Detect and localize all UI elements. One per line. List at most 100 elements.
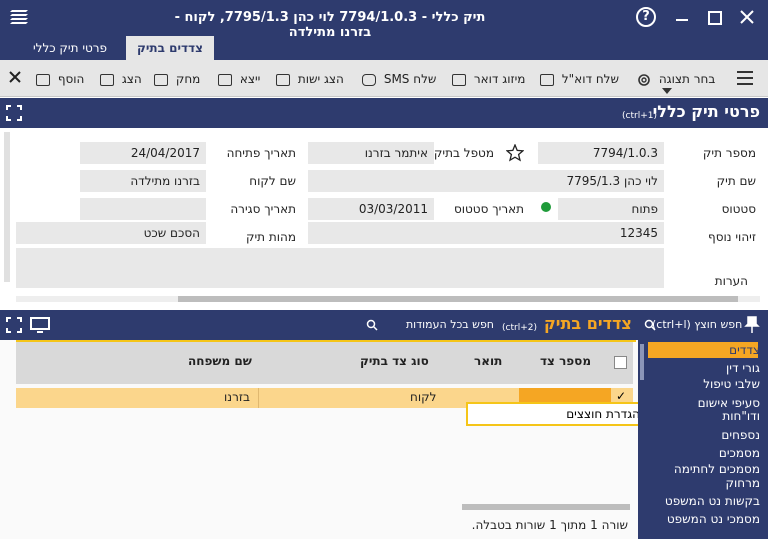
star-icon[interactable] <box>506 144 524 162</box>
status-label: סטטוס <box>721 202 756 216</box>
minimize-icon <box>676 19 688 21</box>
sidebar-item-remote[interactable]: מרחוק <box>725 476 760 491</box>
extra-id-field[interactable]: 12345 <box>308 222 664 244</box>
magnifier-doc-icon <box>100 73 114 86</box>
sidebar-item-reports[interactable]: ודו"חות <box>722 409 760 424</box>
parties-search-placeholder: חפש בכל העמודות <box>405 318 494 331</box>
sidebar-item-documents[interactable]: מסמכים <box>719 446 760 461</box>
col-last-name[interactable]: שם משפחה <box>188 354 252 368</box>
send-sms-label: שלח SMS <box>383 72 437 86</box>
row-last-name: בזרנו <box>224 390 250 404</box>
file-essence-label: מהות תיק <box>245 230 296 244</box>
add-label: הוסף <box>57 72 85 86</box>
export-icon <box>218 73 232 86</box>
tabs-sidebar: צדדים גורי דין שלבי טיפול סעיפי אישום וד… <box>638 340 768 539</box>
details-title: פרטי תיק כללי <box>652 102 760 121</box>
trash-icon <box>154 73 168 86</box>
chat-bubble-icon <box>362 73 376 86</box>
grid-footer: שורה 1 מתוך 1 שורות בטבלה. <box>471 518 628 532</box>
col-title[interactable]: תואר <box>474 354 502 368</box>
show-label: הצג <box>121 72 142 86</box>
file-essence-field[interactable]: הסכם שכט <box>16 222 206 244</box>
show-button[interactable]: הצג <box>100 70 142 88</box>
add-button[interactable]: הוסף <box>36 70 84 88</box>
pin-button[interactable] <box>744 316 760 334</box>
tabs-settings-label: הגדרת חוצצים <box>566 407 640 421</box>
show-entity-label: הצג ישות <box>297 72 344 86</box>
mail-merge-button[interactable]: מיזוג דואר <box>452 70 525 88</box>
handler-field[interactable]: איתמר בזרנו <box>308 142 434 164</box>
details-section-header: פרטי תיק כללי (ctrl+1) <box>0 98 768 128</box>
close-window-button[interactable] <box>738 8 756 26</box>
help-button[interactable]: ? <box>636 7 656 27</box>
id-card-icon <box>276 73 290 86</box>
details-shortcut: (ctrl+1) <box>622 111 657 121</box>
sidebar-item-net-documents[interactable]: מסמכי נט המשפט <box>667 512 760 527</box>
envelope-icon <box>540 73 554 86</box>
delete-label: מחק <box>175 72 201 86</box>
send-email-label: שלח דוא"ל <box>561 72 619 86</box>
maximize-icon <box>708 11 722 25</box>
menu-button[interactable] <box>736 70 754 86</box>
monitor-button[interactable] <box>30 317 50 333</box>
details-form: מספר תיק 7794/1.0.3 מטפל בתיק איתמר בזרנ… <box>0 128 768 306</box>
tab-parties[interactable]: צדדים בתיק <box>126 36 214 60</box>
send-email-button[interactable]: שלח דוא"ל <box>540 70 619 88</box>
select-view-button[interactable]: בחר תצוגה <box>636 70 716 94</box>
maximize-button[interactable] <box>707 10 722 25</box>
client-name-field[interactable]: בזרנו מתילדה <box>80 170 206 192</box>
export-button[interactable]: ייצא <box>218 70 260 88</box>
minimize-button[interactable] <box>674 8 690 26</box>
notes-field[interactable] <box>16 248 664 288</box>
sidebar-item-judges[interactable]: גורי דין <box>726 361 760 376</box>
gear-icon <box>638 73 650 86</box>
grid-horizontal-scrollbar[interactable] <box>462 504 630 510</box>
file-name-field[interactable]: לוי כהן 7795/1.3 <box>308 170 664 192</box>
close-icon <box>740 10 754 24</box>
row-party-type: לקוח <box>410 390 437 404</box>
column-divider <box>258 388 259 408</box>
status-date-field[interactable]: 03/03/2011 <box>308 198 434 220</box>
mail-merge-label: מיזוג דואר <box>473 72 526 86</box>
send-sms-button[interactable]: שלח SMS <box>362 70 436 88</box>
handler-label: מטפל בתיק <box>433 146 494 160</box>
expand-parties-button[interactable] <box>6 317 22 333</box>
details-scroll-thumb[interactable] <box>178 296 738 302</box>
parties-title: צדדים בתיק <box>544 314 632 333</box>
col-party-number[interactable]: מספר צד <box>540 354 591 368</box>
sidebar-item-sign-documents[interactable]: מסמכים לחתימה <box>674 462 760 477</box>
tab-search-label[interactable]: חפש חוצץ (ctrl+l) <box>652 318 742 331</box>
sidebar-item-attachments[interactable]: נספחים <box>721 428 760 443</box>
tab-bar: פרטי תיק כללי צדדים בתיק <box>0 36 768 60</box>
select-all-checkbox[interactable] <box>614 356 627 369</box>
close-toolbar-button[interactable] <box>8 70 22 84</box>
status-indicator-icon <box>541 202 551 212</box>
sidebar-item-stages[interactable]: שלבי טיפול <box>703 377 760 392</box>
status-field[interactable]: פתוח <box>558 198 664 220</box>
details-horizontal-scrollbar[interactable] <box>16 296 760 302</box>
sidebar-scrollbar[interactable] <box>640 344 644 380</box>
notes-label: הערות <box>714 274 748 288</box>
row-check-icon[interactable]: ✓ <box>616 389 626 403</box>
extra-id-label: זיהוי נוסף <box>708 230 756 244</box>
view-label: בחר תצוגה <box>658 72 716 86</box>
help-icon: ? <box>642 9 650 24</box>
plus-icon <box>36 73 50 86</box>
open-date-field[interactable]: 24/04/2017 <box>80 142 206 164</box>
sidebar-item-net-requests[interactable]: בקשות נט המשפט <box>665 494 760 509</box>
show-entity-button[interactable]: הצג ישות <box>276 70 344 88</box>
export-label: ייצא <box>239 72 261 86</box>
open-date-label: תאריך פתיחה <box>226 146 296 160</box>
delete-button[interactable]: מחק <box>154 70 200 88</box>
parties-search-box[interactable]: חפש בכל העמודות <box>362 315 498 335</box>
sidebar-item-parties[interactable]: צדדים <box>729 343 760 358</box>
col-party-type[interactable]: סוג צד בתיק <box>360 354 429 368</box>
search-icon <box>366 319 378 331</box>
details-scrollbar[interactable] <box>4 132 10 282</box>
monitor-icon <box>30 317 50 333</box>
mail-merge-icon <box>452 73 466 86</box>
file-number-field[interactable]: 7794/1.0.3 <box>538 142 664 164</box>
expand-details-button[interactable] <box>6 105 22 121</box>
close-date-field[interactable] <box>80 198 206 220</box>
tab-file-details[interactable]: פרטי תיק כללי <box>20 36 120 60</box>
